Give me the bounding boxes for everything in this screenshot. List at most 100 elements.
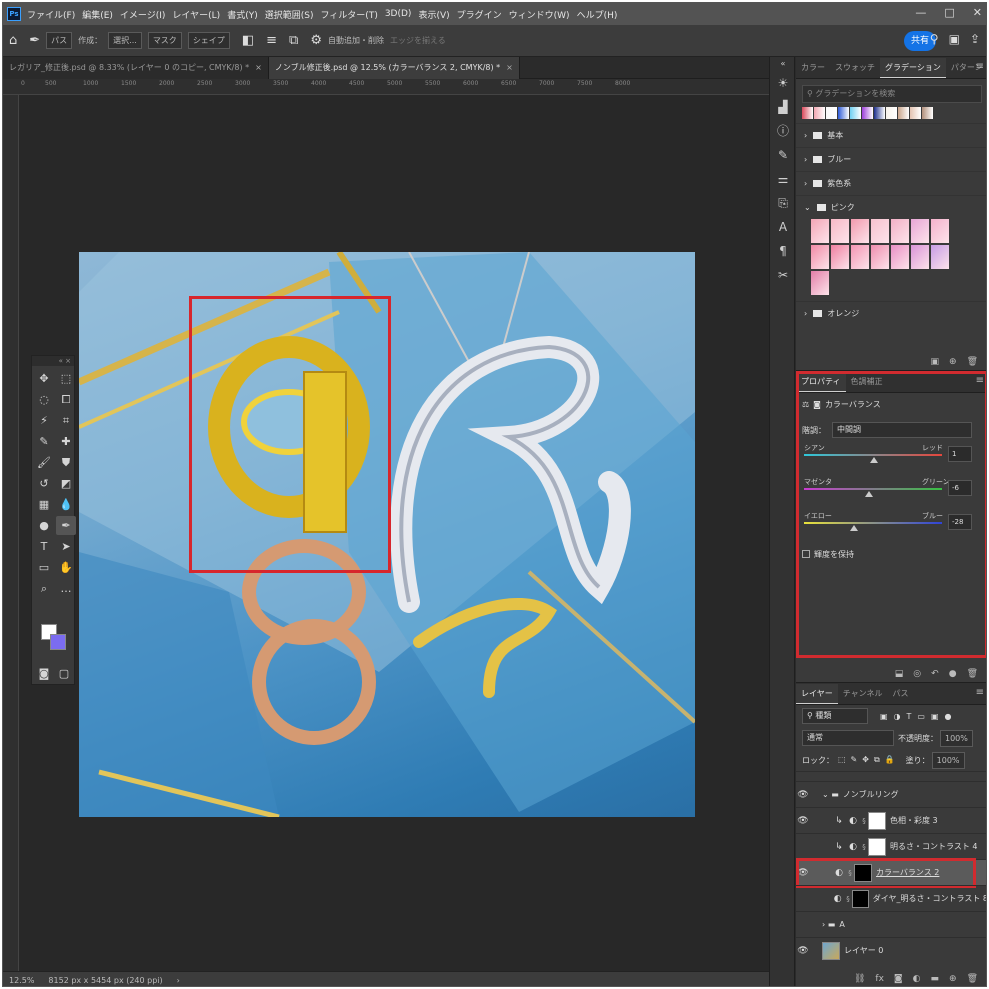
background-color-swatch[interactable] [50,634,66,650]
link-icon[interactable]: § [844,895,852,903]
panel-menu-icon[interactable]: ≡ [976,61,984,72]
layer-row-diamond-brightness[interactable]: 👁 ◐ § ダイヤ_明るさ・コントラスト 8 [796,885,986,911]
menu-3d[interactable]: 3D(D) [385,9,412,19]
screen-mode-icon[interactable]: ▢ [54,664,74,683]
visibility-eye-icon[interactable]: 👁 [796,946,810,956]
workspace-icon[interactable]: ▣ [949,32,960,46]
search-icon[interactable]: ⚲ [930,32,939,46]
gradient-swatch[interactable] [931,219,949,243]
delete-icon[interactable]: 🗑 [967,354,978,370]
gradient-swatch[interactable] [811,219,829,243]
settings-gear-icon[interactable]: ⚙ [310,33,322,48]
gradient-swatch[interactable] [811,271,829,295]
brightness-icon[interactable]: ☀ [770,71,796,95]
share-document-icon[interactable]: ⇪ [970,32,980,46]
status-arrow-icon[interactable]: › [177,972,180,986]
tools-panel-header[interactable]: « × [32,356,74,366]
new-group-icon[interactable]: ▬ [931,971,940,986]
gradient-swatch[interactable] [851,245,869,269]
eyedropper-tool-icon[interactable]: ✎ [34,432,54,451]
auto-add-delete-checkbox[interactable]: 自動追加・削除 [328,35,384,46]
visibility-icon[interactable]: ● [949,666,957,682]
type-tool-icon[interactable]: T [34,537,54,556]
gradient-swatch[interactable] [831,219,849,243]
shape-button[interactable]: シェイプ [187,32,230,49]
gradient-swatch[interactable] [814,107,825,119]
menu-file[interactable]: ファイル(F) [27,8,75,21]
crop-tool-icon[interactable]: ⌗ [56,411,76,430]
visibility-eye-icon[interactable]: 👁 [796,894,809,904]
character-icon[interactable]: A [770,215,796,239]
lasso-tool-icon[interactable]: ◌ [34,390,54,409]
gradient-swatch[interactable] [802,107,813,119]
layer-row-nombre-ring-group[interactable]: 👁 ⌄ ▬ ノンブルリング [796,781,986,807]
gradient-tool-icon[interactable]: ▦ [34,495,54,514]
menu-type[interactable]: 書式(Y) [227,8,258,21]
gradient-swatch[interactable] [898,107,909,119]
menu-select[interactable]: 選択範囲(S) [265,8,314,21]
gradient-swatch[interactable] [886,107,897,119]
clone-stamp-tool-icon[interactable]: ⛊ [56,453,76,472]
gradient-search-input[interactable]: ⚲ グラデーションを検索 [802,85,982,103]
hand-tool-icon[interactable]: ✋ [56,558,76,577]
delete-icon[interactable]: 🗑 [967,971,978,986]
brush-settings-icon[interactable]: ✎ [770,143,796,167]
gradient-swatch[interactable] [874,107,885,119]
menu-plugins[interactable]: プラグイン [457,8,502,21]
gradient-swatch[interactable] [862,107,873,119]
new-adjustment-icon[interactable]: ◐ [913,971,921,986]
layer-thumbnail[interactable] [822,941,840,960]
history-brush-tool-icon[interactable]: ↺ [34,474,54,493]
tab-swatches[interactable]: スウォッチ [830,58,880,78]
menu-help[interactable]: ヘルプ(H) [577,8,618,21]
gradient-swatch[interactable] [811,245,829,269]
path-arrangement-icon[interactable]: ⧉ [289,33,298,48]
gradient-swatch[interactable] [891,219,909,243]
selection-button[interactable]: 選択... [108,32,142,49]
gradient-folder-pink[interactable]: ⌄ ピンク [796,195,986,219]
gradient-swatch[interactable] [826,107,837,119]
panel-menu-icon[interactable]: ≡ [976,687,984,698]
tab-color[interactable]: カラー [796,58,830,78]
collapse-icon[interactable]: « [770,57,796,71]
visibility-eye-icon[interactable]: 👁 [796,816,810,826]
gradient-swatch[interactable] [931,245,949,269]
fx-icon[interactable]: fx [875,971,884,986]
vertical-ruler[interactable] [3,95,19,971]
menu-view[interactable]: 表示(V) [418,8,449,21]
menu-window[interactable]: ウィンドウ(W) [509,8,570,21]
reset-icon[interactable]: ↶ [931,666,939,682]
gradient-swatch[interactable] [911,219,929,243]
tab-gradients[interactable]: グラデーション [880,58,946,78]
filter-kind-select[interactable]: ⚲ 種類 [802,708,868,724]
horizontal-ruler[interactable]: 0 500 1000 1500 2000 2500 3000 3500 4000… [3,79,769,95]
gradient-swatch[interactable] [871,219,889,243]
layer-filter-icons[interactable]: ▣◑T▭▣● [880,712,958,721]
visibility-eye-icon[interactable]: 👁 [796,842,810,852]
tab-channels[interactable]: チャンネル [838,684,888,704]
pen-tool-icon[interactable]: ✒ [56,516,76,535]
rectangle-tool-icon[interactable]: ▭ [34,558,54,577]
layer-mask-thumbnail[interactable] [868,811,886,830]
gradient-folder-orange[interactable]: › オレンジ [796,301,986,325]
info-icon[interactable]: ⓘ [770,119,796,143]
tab-close-icon[interactable]: × [255,63,262,72]
gradient-swatch[interactable] [838,107,849,119]
move-tool-icon[interactable]: ✥ [34,369,54,388]
maximize-icon[interactable]: □ [944,6,954,19]
layer-row-group-a[interactable]: 👁 › ▬ A [796,911,986,937]
mask-button[interactable]: マスク [147,32,182,49]
magic-wand-tool-icon[interactable]: ⚡ [34,411,54,430]
blend-mode-select[interactable]: 通常 [802,730,894,746]
link-icon[interactable]: § [860,843,868,851]
menu-layer[interactable]: レイヤー(L) [172,8,220,21]
gradient-swatch[interactable] [851,219,869,243]
more-tools-icon[interactable]: … [56,579,76,598]
pen-tool-icon[interactable]: ✒ [29,33,40,48]
fill-input[interactable]: 100% [931,751,965,769]
marquee-tool-icon[interactable]: ⬚ [56,369,76,388]
blur-tool-icon[interactable]: 💧 [56,495,76,514]
tab-regalia[interactable]: レガリア_修正後.psd @ 8.33% (レイヤー 0 のコピー, CMYK/… [3,57,269,79]
object-selection-tool-icon[interactable]: ⧠ [56,390,76,409]
minimize-icon[interactable]: — [915,6,926,19]
